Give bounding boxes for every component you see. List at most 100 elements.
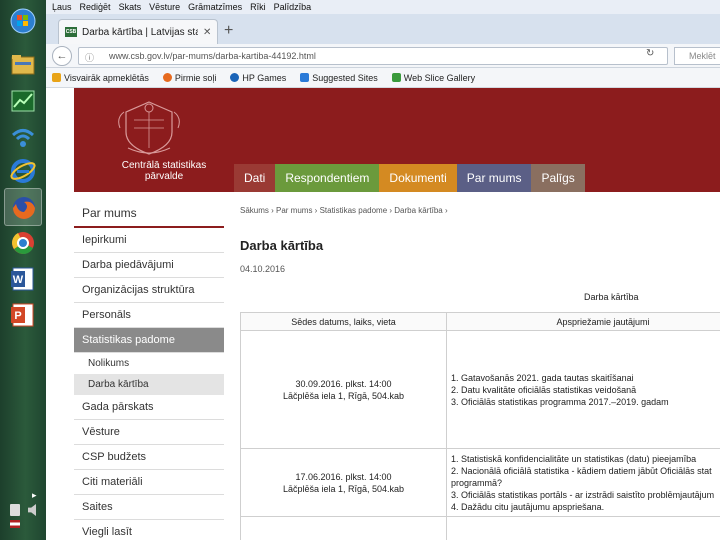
taskbar-ie-button[interactable] [4, 152, 42, 190]
taskbar-firefox-button[interactable] [4, 188, 42, 226]
nav-dati[interactable]: Dati [234, 164, 276, 192]
address-text: www.csb.gov.lv/par-mums/darba-kartiba-44… [109, 51, 316, 61]
table-row: 17.06.2016. plkst. 14:00 Lāčplēša iela 1… [240, 448, 720, 517]
navigation-bar: ← ⓘ www.csb.gov.lv/par-mums/darba-kartib… [46, 44, 720, 68]
questions-cell: 1. Gatavošanās 2021. gada tautas skaitīš… [446, 330, 720, 449]
nav-par-mums[interactable]: Par mums [456, 164, 532, 192]
page-title: Darba kārtība [240, 238, 324, 253]
sidebar-item-gada-parskats[interactable]: Gada pārskats [74, 395, 224, 420]
table-row [240, 516, 720, 540]
site-name[interactable]: Centrālā statistikas pārvalde [94, 160, 234, 182]
tab-favicon: CSB [65, 27, 77, 37]
powerpoint-icon: P [11, 303, 34, 327]
star-icon [52, 73, 61, 82]
tray-expand-icon[interactable]: ▸ [32, 490, 37, 501]
nav-respondentiem[interactable]: Respondentiem [275, 164, 380, 192]
table-header-row: Sēdes datums, laiks, vieta Apspriežamie … [240, 312, 720, 331]
taskbar-chrome-button[interactable] [4, 224, 42, 262]
taskbar-network-button[interactable] [4, 118, 42, 156]
back-button[interactable]: ← [52, 46, 72, 66]
firefox-icon [13, 197, 35, 219]
browser-window: Ļaus Rediģēt Skats Vēsture Grāmatzīmes R… [46, 0, 720, 540]
web-page: Centrālā statistikas pārvalde Dati Respo… [46, 88, 720, 540]
site-header: Centrālā statistikas pārvalde Dati Respo… [74, 88, 720, 192]
sidebar-item-viegli-lasit[interactable]: Viegli lasīt [74, 520, 224, 540]
new-tab-icon[interactable]: + [224, 22, 233, 40]
menu-bookmarks[interactable]: Grāmatzīmes [188, 2, 242, 12]
hp-icon [230, 73, 240, 82]
site-info-icon[interactable]: ⓘ [85, 51, 94, 64]
wifi-icon [11, 129, 35, 147]
column-header-meeting: Sēdes datums, laiks, vieta [240, 312, 447, 331]
sidebar-subitem-nolikums[interactable]: Nolikums [74, 353, 224, 374]
sidebar-item-statistikas-padome[interactable]: Statistikas padome [74, 328, 224, 353]
bookmark-web-slice-gallery[interactable]: Web Slice Gallery [391, 73, 475, 83]
menu-bar: Ļaus Rediģēt Skats Vēsture Grāmatzīmes R… [46, 0, 720, 14]
taskbar-explorer-button[interactable] [4, 46, 42, 84]
nav-paligs[interactable]: Palīgs [531, 164, 585, 192]
task-manager-icon [11, 90, 35, 112]
chrome-icon [12, 232, 34, 254]
bookmark-suggested-sites[interactable]: Suggested Sites [300, 73, 378, 83]
menu-file[interactable]: Ļaus [52, 2, 72, 12]
tab-close-icon[interactable]: ✕ [203, 27, 217, 38]
language-flag-icon[interactable] [10, 520, 20, 528]
system-tray: ▸ [0, 486, 46, 540]
back-arrow-icon: ← [56, 50, 68, 62]
browser-tab[interactable]: CSB Darba kārtība | Latvijas statis... ✕ [58, 19, 218, 44]
sidebar-item-csp-budzets[interactable]: CSP budžets [74, 445, 224, 470]
sidebar-item-citi-materiali[interactable]: Citi materiāli [74, 470, 224, 495]
sidebar-item-personals[interactable]: Personāls [74, 303, 224, 328]
reload-icon[interactable]: ↻ [646, 48, 654, 59]
ie-bookmark-icon [300, 73, 310, 82]
meeting-cell: 17.06.2016. plkst. 14:00 Lāčplēša iela 1… [240, 448, 447, 517]
sidebar-item-vesture[interactable]: Vēsture [74, 420, 224, 445]
start-button[interactable] [4, 2, 42, 40]
sidebar-item-saites[interactable]: Saites [74, 495, 224, 520]
taskbar-powerpoint-button[interactable]: P [4, 296, 42, 334]
menu-edit[interactable]: Rediģēt [80, 2, 111, 12]
sidebar-item-iepirkumi[interactable]: Iepirkumi [74, 228, 224, 253]
taskbar-monitor-button[interactable] [4, 82, 42, 120]
volume-icon[interactable] [28, 504, 36, 516]
search-placeholder: Meklēt [689, 51, 716, 61]
meeting-cell: 30.09.2016. plkst. 14:00 Lāčplēša iela 1… [240, 330, 447, 449]
firefox-bookmark-icon [162, 73, 172, 82]
coat-of-arms-logo[interactable] [114, 98, 184, 156]
taskbar-word-button[interactable]: W [4, 260, 42, 298]
menu-tools[interactable]: Rīki [250, 2, 266, 12]
battery-icon[interactable] [10, 504, 20, 516]
sidebar-subitem-darba-kartiba[interactable]: Darba kārtība [74, 374, 224, 395]
address-bar[interactable]: ⓘ www.csb.gov.lv/par-mums/darba-kartiba-… [78, 47, 668, 65]
word-icon: W [11, 267, 34, 291]
svg-text:P: P [14, 310, 21, 322]
agenda-table: Sēdes datums, laiks, vieta Apspriežamie … [240, 312, 720, 540]
meeting-cell [240, 516, 447, 540]
internet-explorer-icon [10, 159, 36, 183]
tab-title: Darba kārtība | Latvijas statis... [82, 26, 198, 38]
taskbar: W P ▸ [0, 0, 46, 540]
bookmark-most-visited[interactable]: Visvairāk apmeklētās [52, 73, 149, 83]
sidebar: Par mums Iepirkumi Darba piedāvājumi Org… [74, 200, 224, 540]
table-row: 30.09.2016. plkst. 14:00 Lāčplēša iela 1… [240, 330, 720, 449]
sidebar-item-darba-piedavajumi[interactable]: Darba piedāvājumi [74, 253, 224, 278]
bookmark-hp-games[interactable]: HP Games [230, 73, 286, 83]
web-slice-icon [391, 73, 401, 82]
main-nav: Dati Respondentiem Dokumenti Par mums Pa… [234, 164, 585, 192]
breadcrumb[interactable]: Sākums › Par mums › Statistikas padome ›… [240, 206, 448, 215]
bookmark-getting-started[interactable]: Pirmie soļi [162, 73, 216, 83]
search-input[interactable]: Meklēt [674, 47, 720, 65]
file-explorer-icon [11, 55, 35, 75]
menu-history[interactable]: Vēsture [149, 2, 180, 12]
menu-view[interactable]: Skats [119, 2, 142, 12]
column-header-questions: Apspriežamie jautājumi [446, 312, 720, 331]
menu-help[interactable]: Palīdzība [274, 2, 312, 12]
questions-cell: 1. Statistiskā konfidencialitāte un stat… [446, 448, 720, 517]
page-date: 04.10.2016 [240, 264, 286, 274]
table-caption: Darba kārtība [584, 292, 639, 302]
sidebar-heading[interactable]: Par mums [74, 200, 224, 228]
sidebar-item-organizacijas-struktura[interactable]: Organizācijas struktūra [74, 278, 224, 303]
questions-cell [446, 516, 720, 540]
tab-bar: CSB Darba kārtība | Latvijas statis... ✕… [46, 14, 720, 44]
nav-dokumenti[interactable]: Dokumenti [379, 164, 457, 192]
